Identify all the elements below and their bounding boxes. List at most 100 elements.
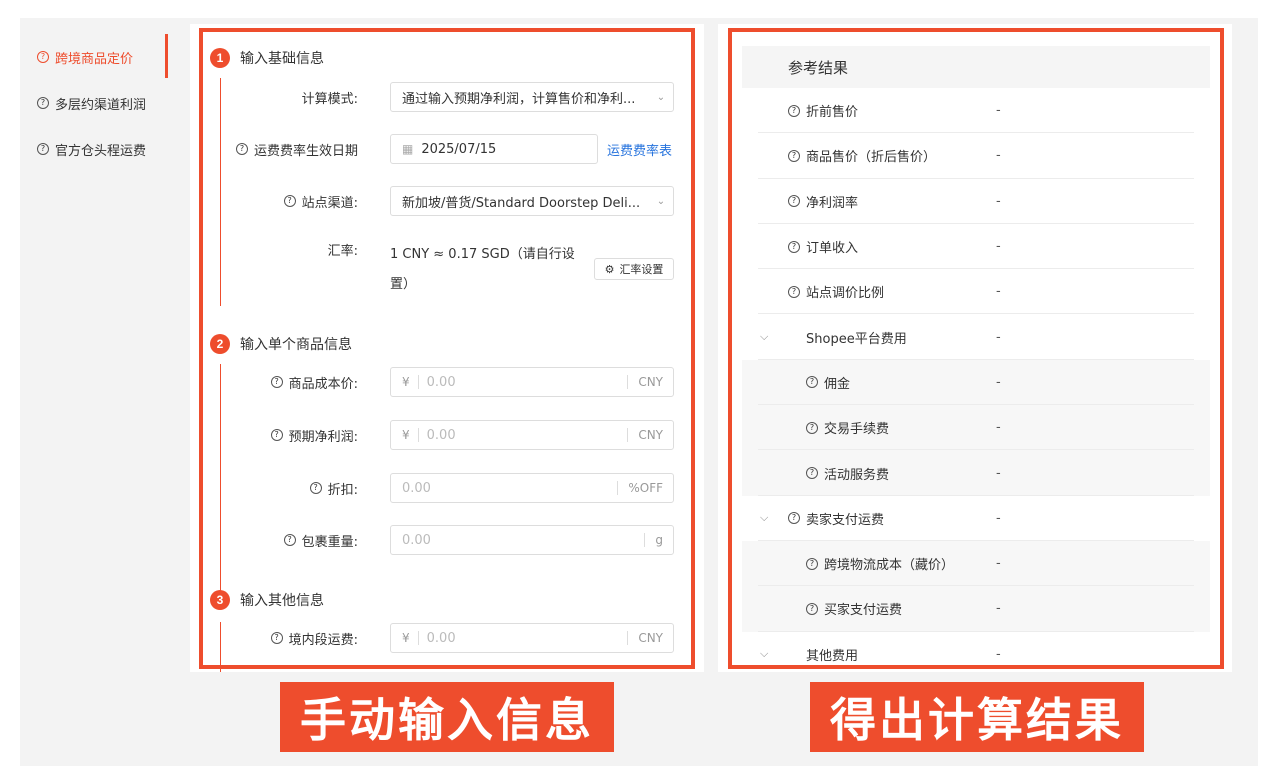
gear-icon: ⚙ (604, 262, 615, 276)
input-placeholder: 0.00 (426, 630, 456, 646)
calc-mode-row: 计算模式: 通过输入预期净利润，计算售价和净利... ⌄ (190, 82, 690, 112)
chevron-down-icon[interactable]: ⌵ (760, 511, 768, 525)
input-placeholder: 0.00 (402, 480, 431, 496)
result-label: 商品售价（折后售价） (806, 150, 937, 166)
result-label-wrap: ? 商品售价（折后售价） (742, 146, 936, 165)
result-value: - (996, 465, 1001, 481)
select-value: 通过输入预期净利润，计算售价和净利... (402, 91, 636, 107)
step-1-header: 1 输入基础信息 (210, 48, 324, 68)
result-value: - (996, 103, 1001, 119)
cost-row: ? 商品成本价: ¥ 0.00 CNY (190, 367, 690, 397)
result-label-wrap: ? 跨境物流成本（藏价） (742, 554, 954, 573)
step-number: 3 (210, 590, 230, 610)
chevron-down-icon[interactable]: ⌵ (760, 647, 768, 661)
result-row: ? 活动服务费 - (742, 450, 1210, 496)
chevron-down-icon[interactable]: ⌵ (760, 330, 768, 344)
result-row[interactable]: ⌵ Shopee平台费用 - (742, 314, 1210, 361)
side-nav: ? 跨境商品定价 ? 多层约渠道利润 ? 官方仓头程运费 (20, 34, 168, 172)
result-row[interactable]: ⌵? 卖家支付运费 - (742, 496, 1210, 542)
calc-mode-select[interactable]: 通过输入预期净利润，计算售价和净利... ⌄ (390, 82, 674, 112)
input-placeholder: 0.00 (402, 532, 431, 548)
result-label-wrap: ? 买家支付运费 (742, 599, 902, 618)
nav-item-label: 官方仓头程运费 (55, 143, 147, 159)
step-title: 输入其他信息 (240, 593, 324, 609)
nav-item-cross-border-pricing[interactable]: ? 跨境商品定价 (20, 34, 168, 80)
cost-input[interactable]: ¥ 0.00 CNY (390, 367, 674, 397)
domestic-freight-input[interactable]: ¥ 0.00 CNY (390, 623, 674, 653)
help-icon: ? (806, 421, 818, 434)
help-icon: ? (788, 149, 800, 162)
result-label: 订单收入 (806, 241, 859, 257)
input-placeholder: 0.00 (426, 427, 456, 443)
result-row: ? 交易手续费 - (742, 405, 1210, 451)
help-icon: ? (788, 240, 800, 253)
date-row: ? 运费费率生效日期 ▦ 2025/07/15 运费费率表 (190, 134, 690, 164)
help-icon: ? (806, 467, 818, 480)
exchange-label: 汇率: (327, 244, 358, 259)
exchange-settings-button[interactable]: ⚙ 汇率设置 (594, 258, 674, 280)
result-value: - (996, 601, 1001, 617)
result-row: ? 商品售价（折后售价） - (742, 133, 1210, 179)
profit-label: 预期净利润: (288, 429, 358, 445)
results-rows: ? 折前售价 -? 商品售价（折后售价） -? 净利润率 -? 订单收入 -? 站点调价比例 - ⌵ S… (742, 88, 1210, 672)
nav-item-multi-channel-profit[interactable]: ? 多层约渠道利润 (20, 80, 168, 126)
help-icon: ? (37, 51, 49, 63)
result-label: 活动服务费 (824, 467, 890, 483)
chevron-down-icon: ⌄ (656, 91, 666, 103)
result-label-wrap: ? 佣金 (742, 373, 850, 392)
nav-item-label: 跨境商品定价 (55, 51, 134, 67)
discount-input[interactable]: 0.00 %OFF (390, 473, 674, 503)
input-panel: 1 输入基础信息 计算模式: 通过输入预期净利润，计算售价和净利... ⌄ ? … (190, 24, 704, 672)
step-2-header: 2 输入单个商品信息 (210, 334, 352, 354)
result-value: - (996, 510, 1001, 526)
result-label-wrap: ? 订单收入 (742, 237, 858, 256)
step-title: 输入单个商品信息 (240, 337, 352, 353)
result-row: ? 佣金 - (742, 359, 1210, 406)
result-label: 站点调价比例 (806, 286, 885, 302)
currency-prefix: ¥ (391, 428, 419, 442)
date-value: 2025/07/15 (421, 141, 497, 157)
exchange-line-2: 置） (390, 277, 417, 292)
result-value: - (996, 284, 1001, 300)
result-row: ? 订单收入 - (742, 224, 1210, 270)
result-row: ? 净利润率 - (742, 179, 1210, 225)
help-icon: ? (270, 429, 283, 441)
calendar-icon: ▦ (402, 142, 414, 156)
profit-row: ? 预期净利润: ¥ 0.00 CNY (190, 420, 690, 450)
weight-label: 包裹重量: (301, 534, 358, 550)
step-number: 1 (210, 48, 230, 68)
step-title: 输入基础信息 (240, 51, 324, 67)
result-row: ? 买家支付运费 - (742, 586, 1210, 632)
select-value: 新加坡/普货/Standard Doorstep Deli... (402, 195, 641, 211)
profit-label-wrap: ? 预期净利润: (190, 426, 380, 445)
help-icon: ? (283, 534, 296, 546)
result-label: 其他费用 (806, 648, 859, 664)
date-picker[interactable]: ▦ 2025/07/15 (390, 134, 598, 164)
result-label: 卖家支付运费 (806, 512, 885, 528)
profit-input[interactable]: ¥ 0.00 CNY (390, 420, 674, 450)
gram-suffix: g (644, 533, 673, 547)
help-icon: ? (806, 557, 818, 570)
help-icon: ? (37, 143, 49, 155)
help-icon: ? (235, 143, 248, 155)
result-label: 折前售价 (806, 105, 859, 121)
result-value: - (996, 374, 1001, 390)
caption-left: 手动输入信息 (280, 682, 614, 752)
discount-row: ? 折扣: 0.00 %OFF (190, 473, 690, 503)
channel-select[interactable]: 新加坡/普货/Standard Doorstep Deli... ⌄ (390, 186, 674, 216)
help-icon: ? (788, 104, 800, 117)
nav-item-warehouse-freight[interactable]: ? 官方仓头程运费 (20, 126, 168, 172)
result-row[interactable]: ⌵ 其他费用 - (742, 632, 1210, 672)
result-value: - (996, 193, 1001, 209)
result-label-wrap: ? 折前售价 (742, 101, 858, 120)
nav-item-label: 多层约渠道利润 (55, 97, 147, 113)
weight-input[interactable]: 0.00 g (390, 525, 674, 555)
result-row: ? 折前售价 - (742, 88, 1210, 134)
cost-label-wrap: ? 商品成本价: (190, 373, 380, 392)
channel-label-wrap: ? 站点渠道: (190, 192, 380, 211)
exchange-line-1: 1 CNY ≈ 0.17 SGD（请自行设 (390, 247, 575, 262)
currency-prefix: ¥ (391, 375, 419, 389)
currency-suffix: CNY (627, 428, 673, 442)
exchange-text: 1 CNY ≈ 0.17 SGD（请自行设 置） (390, 240, 575, 300)
rate-table-link[interactable]: 运费费率表 (607, 140, 672, 159)
